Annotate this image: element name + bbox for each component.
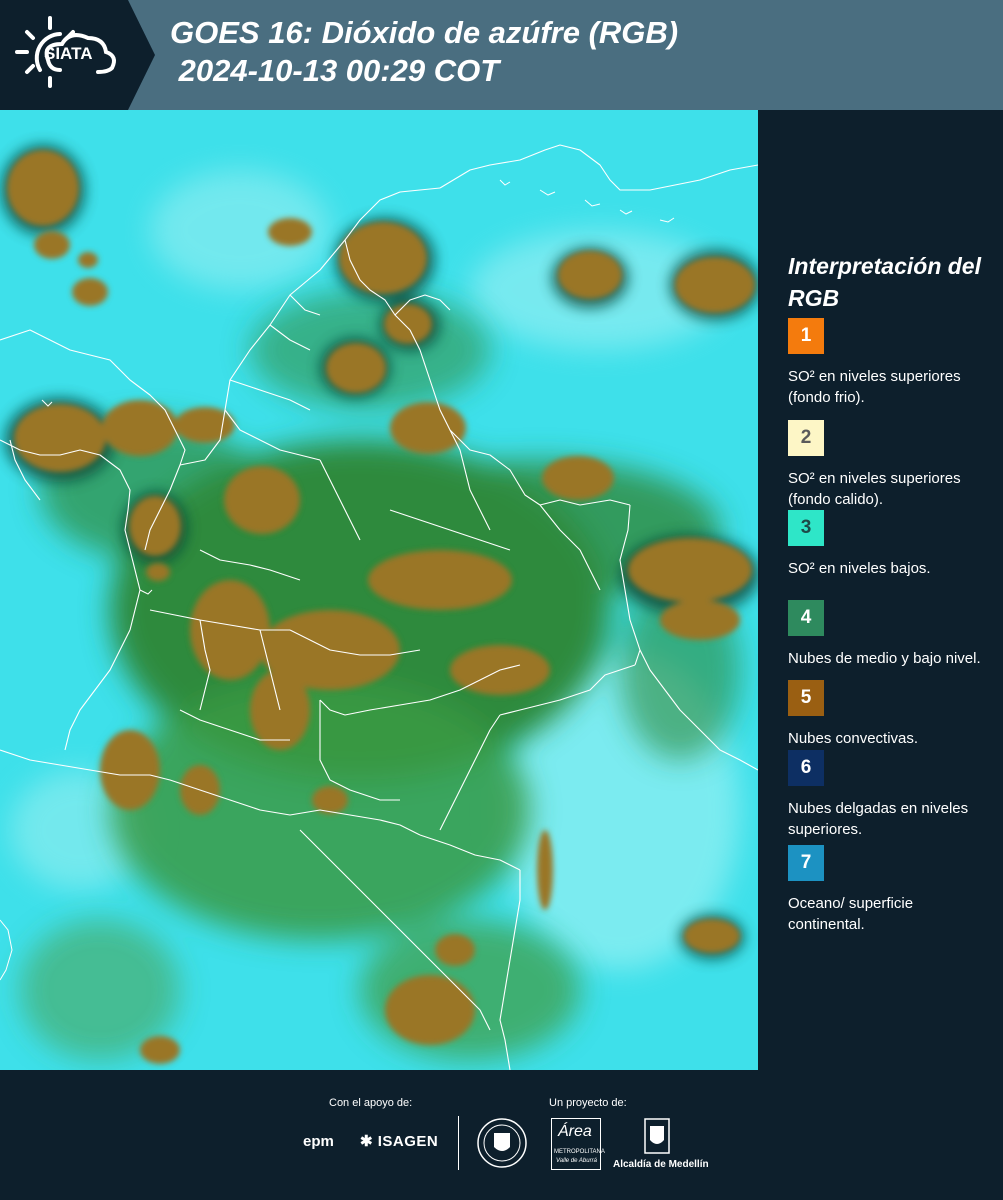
footer: Con el apoyo de: Un proyecto de: epm ✱ I… [0, 1070, 1003, 1200]
legend-item: 3 SO² en niveles bajos. [788, 510, 993, 579]
legend-item: 1 SO² en niveles superiores (fondo frio). [788, 318, 993, 408]
legend-swatch: 3 [788, 510, 824, 546]
legend-swatch: 4 [788, 600, 824, 636]
area-metropolitana-logo[interactable]: Área METROPOLITANA Valle de Aburrá [551, 1118, 605, 1170]
legend-swatch: 7 [788, 845, 824, 881]
isagen-logo-text: ISAGEN [377, 1133, 439, 1150]
support-label: Con el apoyo de: [329, 1097, 413, 1109]
legend-label: Nubes convectivas. [788, 730, 919, 747]
area-logo-text: Área [558, 1123, 592, 1140]
legend-title: Interpretación del RGB [788, 253, 981, 311]
satellite-image[interactable] [0, 110, 758, 1070]
legend-item: 4 Nubes de medio y bajo nivel. [788, 600, 993, 669]
legend-swatch: 1 [788, 318, 824, 354]
header-bar: SIATA GOES 16: Dióxido de azúfre (RGB) 2… [0, 0, 1003, 110]
siata-logo-text: SIATA [44, 44, 93, 63]
legend-swatch: 6 [788, 750, 824, 786]
isagen-logo[interactable]: ✱ ISAGEN [360, 1132, 438, 1150]
page-title: GOES 16: Dióxido de azúfre (RGB) 2024-10… [170, 15, 679, 88]
legend-label: SO² en niveles superiores (fondo calido)… [788, 470, 961, 508]
siata-logo[interactable]: SIATA [0, 0, 155, 110]
area-logo-sub: METROPOLITANA [554, 1149, 605, 1155]
epm-logo[interactable]: epm [303, 1133, 334, 1150]
legend-panel: Interpretación del RGB 1 SO² en niveles s… [758, 110, 1003, 1070]
legend-item: 7 Oceano/ superficie continental. [788, 845, 993, 935]
medellin-seal-icon[interactable] [476, 1117, 528, 1169]
legend-label: Nubes delgadas en niveles superiores. [788, 800, 969, 838]
legend-item: 6 Nubes delgadas en niveles superiores. [788, 750, 993, 840]
isagen-mark-icon: ✱ [360, 1133, 374, 1150]
project-label: Un proyecto de: [549, 1097, 627, 1109]
footer-divider [458, 1116, 459, 1170]
legend-label: SO² en niveles bajos. [788, 560, 931, 577]
rgb-composite-map [0, 110, 758, 1070]
legend-item: 2 SO² en niveles superiores (fondo calido… [788, 420, 993, 510]
legend-label: Nubes de medio y bajo nivel. [788, 650, 981, 667]
area-logo-sub2: Valle de Aburrá [556, 1158, 597, 1164]
alcaldia-logo-text[interactable]: Alcaldía de Medellín [613, 1159, 709, 1170]
legend-swatch: 5 [788, 680, 824, 716]
legend-item: 5 Nubes convectivas. [788, 680, 993, 749]
legend-label: Oceano/ superficie continental. [788, 895, 914, 933]
legend-swatch: 2 [788, 420, 824, 456]
alcaldia-shield-icon [644, 1118, 670, 1154]
legend-label: SO² en niveles superiores (fondo frio). [788, 368, 961, 406]
